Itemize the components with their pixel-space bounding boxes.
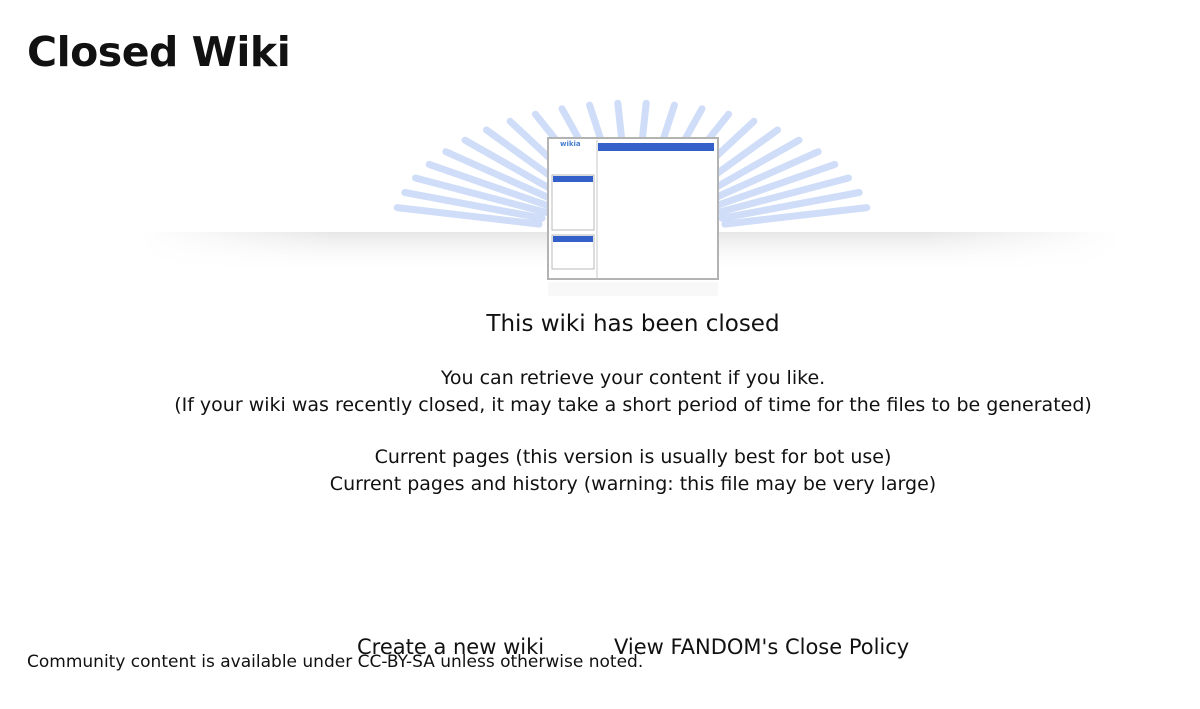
- retrieve-text: You can retrieve your content if you lik…: [440, 367, 826, 389]
- current-pages-history-link[interactable]: Current pages and history (warning: this…: [33, 471, 1200, 498]
- dump-links: Current pages (this version is usually b…: [33, 444, 1200, 498]
- current-pages-link[interactable]: Current pages (this version is usually b…: [33, 444, 1200, 471]
- closed-heading: This wiki has been closed: [486, 311, 780, 337]
- close-policy-link[interactable]: View FANDOM's Close Policy: [614, 634, 909, 660]
- wiki-logo-text: wikia: [560, 140, 581, 148]
- generation-note: (If your wiki was recently closed, it ma…: [174, 394, 1092, 416]
- page-title: Closed Wiki: [27, 28, 291, 76]
- wiki-window-icon: wikia: [547, 137, 719, 296]
- closed-wiki-illustration: wikia: [0, 99, 1200, 305]
- license-notice: Community content is available under CC-…: [27, 652, 644, 672]
